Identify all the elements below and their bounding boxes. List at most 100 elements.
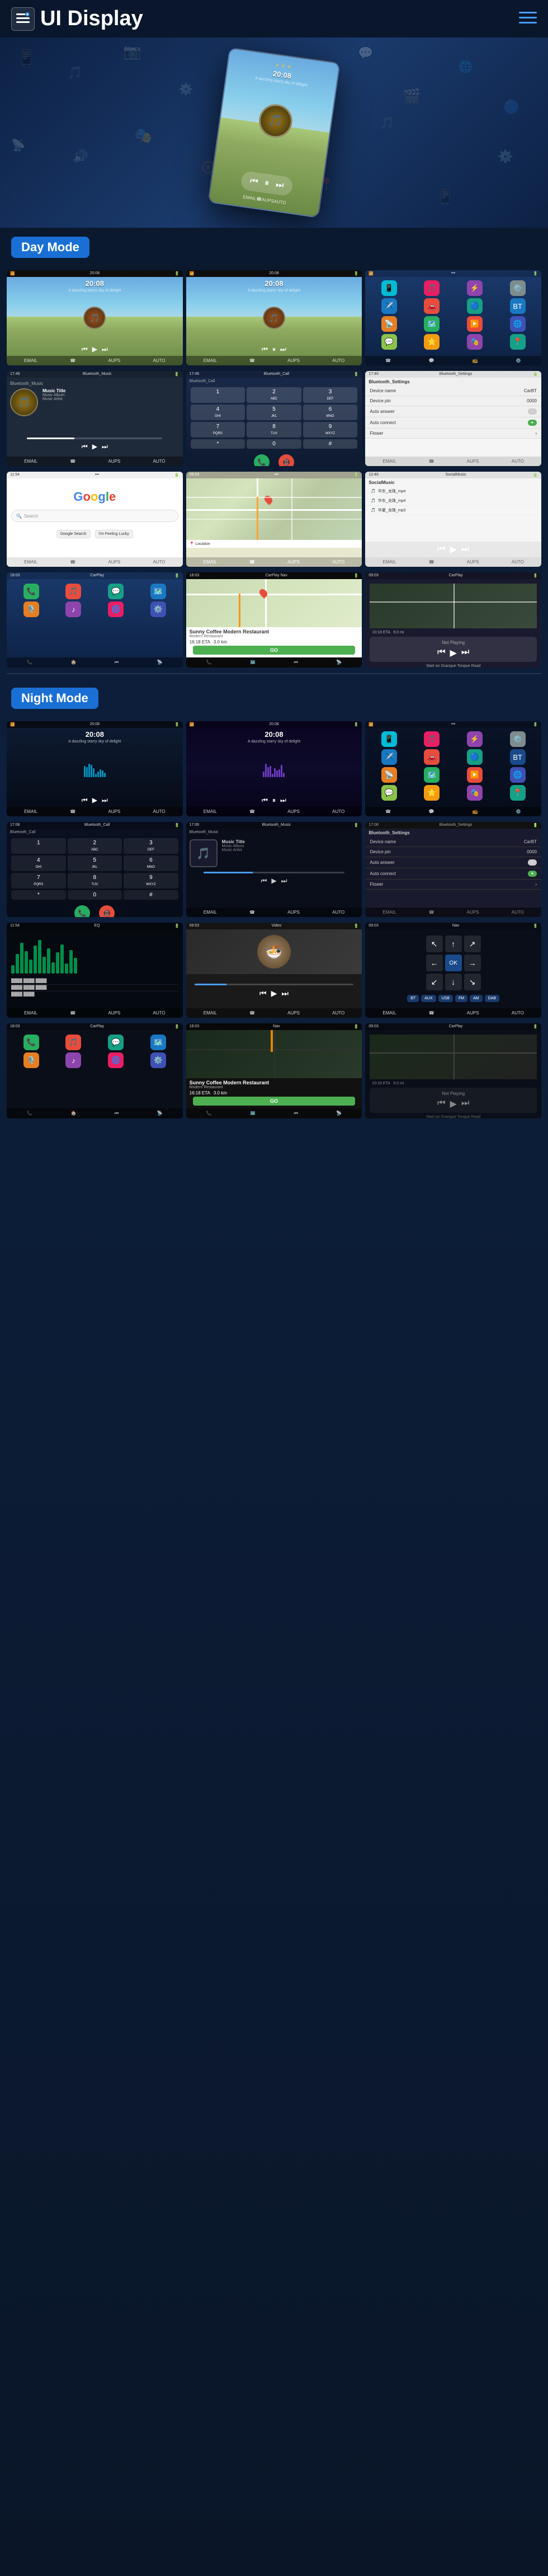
n1-play[interactable]: ▶: [92, 796, 97, 805]
night-cp-music[interactable]: 🎵: [65, 1035, 81, 1050]
app-icon-3[interactable]: ⚡: [467, 280, 483, 296]
nav-arrow-tl[interactable]: ↖: [426, 936, 443, 952]
vid-play[interactable]: ▶: [271, 989, 277, 998]
night-cp-maps[interactable]: 🗺️: [150, 1035, 166, 1050]
app-icon-7[interactable]: 🔵: [467, 298, 483, 314]
night-app-13[interactable]: 💬: [381, 785, 397, 801]
night-dial-5[interactable]: 5JKL: [68, 855, 122, 871]
app-icon-2[interactable]: 🎵: [424, 280, 440, 296]
go-button[interactable]: GO: [193, 646, 356, 655]
np-play[interactable]: ▶: [450, 647, 457, 659]
google-search-btn[interactable]: Google Search: [56, 530, 91, 538]
app-icon-4[interactable]: ⚙️: [510, 280, 526, 296]
app-icon-15[interactable]: 🎭: [467, 334, 483, 350]
nav-arrow-down[interactable]: ↓: [445, 974, 462, 990]
night-cp-waze[interactable]: 🌀: [108, 1052, 124, 1068]
night-call-btn[interactable]: 📞: [74, 905, 90, 917]
night-btn-5[interactable]: AM: [470, 995, 483, 1002]
dial-1[interactable]: 1: [191, 387, 245, 403]
dial-hash[interactable]: #: [303, 439, 358, 449]
dial-3[interactable]: 3DEF: [303, 387, 358, 403]
night-hangup-btn[interactable]: 📵: [99, 905, 115, 917]
np-next[interactable]: ⏭: [461, 647, 469, 659]
night-dial-3[interactable]: 3DEF: [124, 838, 178, 854]
night-cp-spotify[interactable]: ♪: [65, 1052, 81, 1068]
vid-prev[interactable]: ⏮: [259, 989, 267, 998]
app-icon-13[interactable]: 💬: [381, 334, 397, 350]
player-controls[interactable]: ⏮ ▶ ⏭: [7, 343, 183, 356]
app-icon-8[interactable]: BT: [510, 298, 526, 314]
night-app-15[interactable]: 🎭: [467, 785, 483, 801]
video-controls[interactable]: ⏮ ▶ ⏭: [259, 986, 289, 1000]
dial-6[interactable]: 6MNO: [303, 405, 358, 420]
dial-8[interactable]: 8TUV: [247, 422, 301, 438]
night-go-button[interactable]: GO: [193, 1097, 356, 1106]
play-pause-btn[interactable]: ⏸: [264, 178, 270, 189]
nav-arrow-right[interactable]: →: [464, 955, 481, 971]
night-app-7[interactable]: 🔵: [467, 749, 483, 765]
nav-arrow-bl[interactable]: ↙: [426, 974, 443, 990]
n-btm-next[interactable]: ⏭: [281, 877, 287, 885]
night-controls-1[interactable]: ⏮ ▶ ⏭: [82, 794, 108, 807]
night-app-16[interactable]: 📍: [510, 785, 526, 801]
n-btm-play[interactable]: ▶: [271, 877, 276, 885]
night-app-9[interactable]: 📡: [381, 767, 397, 783]
app-icon-1[interactable]: 📱: [381, 280, 397, 296]
night-cp-podcast[interactable]: 🎙️: [23, 1052, 39, 1068]
night-auto-answer-toggle[interactable]: ○: [528, 859, 537, 866]
app-icon-6[interactable]: 🚗: [424, 298, 440, 314]
lm-prev[interactable]: ⏮: [437, 544, 445, 554]
carplay-maps[interactable]: 🗺️: [150, 584, 166, 599]
nav-arrow-left[interactable]: ←: [426, 955, 443, 971]
call-btn[interactable]: 📞: [254, 454, 270, 466]
carplay-waze[interactable]: 🌀: [108, 601, 124, 617]
bt-prev[interactable]: ⏮: [82, 443, 88, 451]
music-item-3[interactable]: 🎵 华夏_龙珠_mp3: [367, 506, 539, 515]
bt-controls[interactable]: ⏮ ▶ ⏭: [10, 440, 179, 453]
night-app-8[interactable]: BT: [510, 749, 526, 765]
night-btn-6[interactable]: DAB: [485, 995, 499, 1002]
nav-arrow-tr[interactable]: ↗: [464, 936, 481, 952]
bt-next[interactable]: ⏭: [102, 443, 108, 451]
dial-2[interactable]: 2ABC: [247, 387, 301, 403]
night-np-prev[interactable]: ⏮: [437, 1098, 445, 1110]
dial-7[interactable]: 7PQRS: [191, 422, 245, 438]
pause-icon[interactable]: ⏸: [272, 345, 276, 354]
lm-play[interactable]: ▶: [450, 544, 457, 555]
n-btm-prev[interactable]: ⏮: [261, 877, 267, 885]
dial-star[interactable]: *: [191, 439, 245, 449]
nav-arrow-br[interactable]: ↘: [464, 974, 481, 990]
google-search-box[interactable]: 🔍 Search: [11, 510, 178, 522]
music-item-1[interactable]: 🎵 华东_龙珠_mp4: [367, 487, 539, 496]
n1-prev[interactable]: ⏮: [82, 796, 88, 805]
n2-next[interactable]: ⏭: [280, 796, 286, 805]
nav-center[interactable]: OK: [445, 955, 462, 971]
music-item-2[interactable]: 🎵 华东_龙珠_mp4: [367, 496, 539, 506]
night-cp-phone[interactable]: 📞: [23, 1035, 39, 1050]
night-btn-2[interactable]: AUX: [421, 995, 436, 1002]
prev-icon[interactable]: ⏮: [262, 345, 268, 354]
night-controls-2[interactable]: ⏮ ⏸ ⏭: [262, 794, 286, 807]
carplay-music[interactable]: 🎵: [65, 584, 81, 599]
night-app-12[interactable]: 🌐: [510, 767, 526, 783]
lucky-btn[interactable]: I'm Feeling Lucky: [95, 530, 133, 538]
night-app-14[interactable]: ⭐: [424, 785, 440, 801]
next-btn[interactable]: ⏭: [275, 180, 285, 191]
bt-play[interactable]: ▶: [92, 443, 97, 451]
n2-prev[interactable]: ⏮: [262, 796, 268, 805]
hamburger-menu-icon[interactable]: [519, 10, 537, 28]
auto-answer-toggle[interactable]: ○: [528, 408, 537, 415]
app-icon-16[interactable]: 📍: [510, 334, 526, 350]
night-dial-hash[interactable]: #: [124, 890, 178, 900]
night-cp-settings[interactable]: ⚙️: [150, 1052, 166, 1068]
night-dial-8[interactable]: 8TUV: [68, 873, 122, 889]
night-dial-2[interactable]: 2ABC: [68, 838, 122, 854]
play-icon[interactable]: ▶: [92, 345, 97, 354]
night-btn-3[interactable]: USB: [438, 995, 453, 1002]
lm-next[interactable]: ⏭: [461, 544, 469, 554]
vid-next[interactable]: ⏭: [281, 989, 289, 998]
next-icon[interactable]: ⏭: [102, 345, 108, 354]
night-btm-controls[interactable]: ⏮ ▶ ⏭: [186, 875, 362, 887]
night-app-1[interactable]: 📱: [381, 731, 397, 747]
night-dial-6[interactable]: 6MNO: [124, 855, 178, 871]
